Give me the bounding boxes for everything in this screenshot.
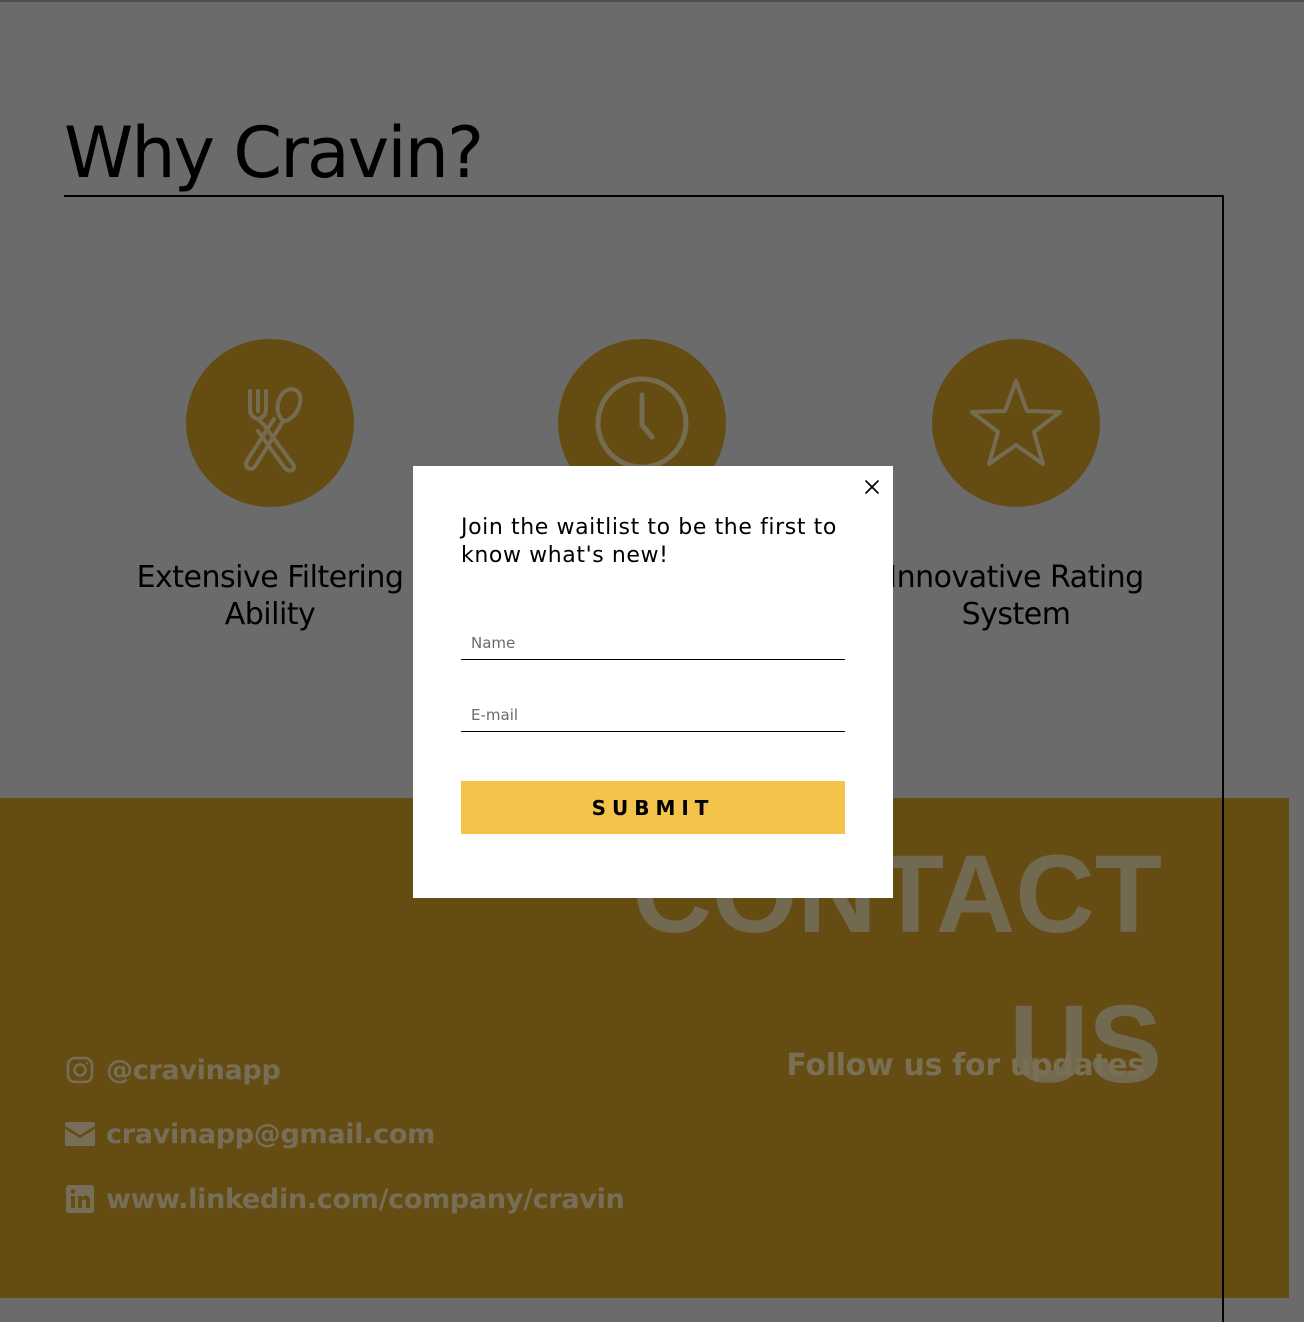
name-input[interactable] <box>461 626 845 660</box>
top-edge <box>0 0 1304 2</box>
submit-button[interactable]: SUBMIT <box>461 781 845 834</box>
waitlist-modal: Join the waitlist to be the first to kno… <box>413 466 893 898</box>
modal-title: Join the waitlist to be the first to kno… <box>461 515 837 568</box>
close-icon <box>865 480 879 494</box>
email-input[interactable] <box>461 698 845 732</box>
close-button[interactable] <box>861 476 883 498</box>
